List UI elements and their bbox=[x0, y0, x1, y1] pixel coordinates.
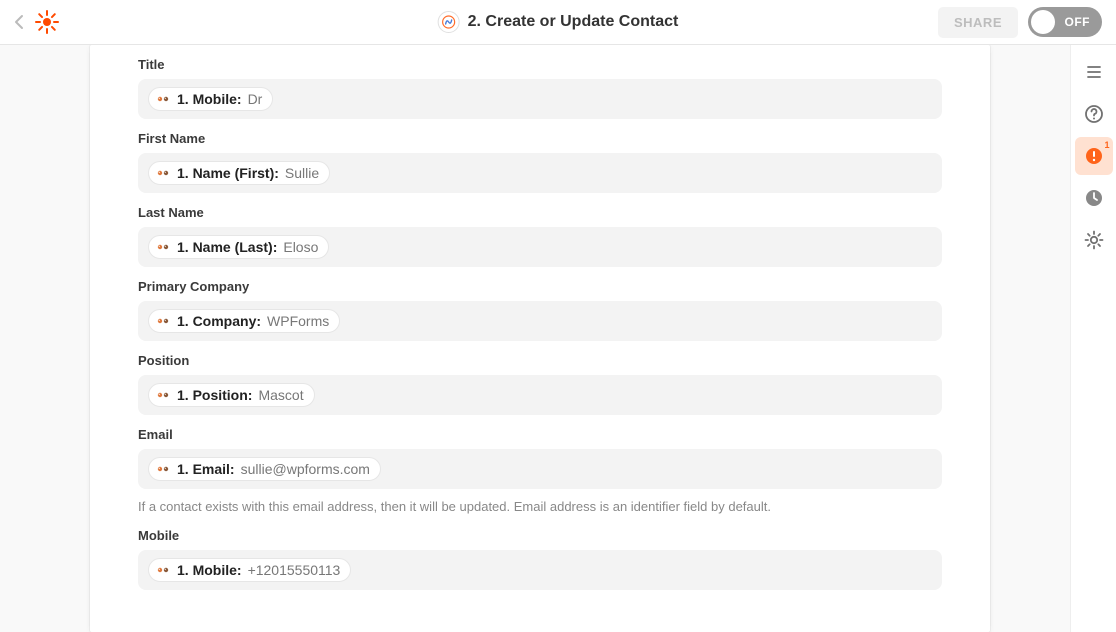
pill-key: 1. Mobile: bbox=[177, 91, 242, 107]
pill-value: Mascot bbox=[258, 387, 303, 403]
pill-value: Sullie bbox=[285, 165, 319, 181]
form-field: Last Name 1. Name (Last): Eloso bbox=[138, 205, 942, 267]
toggle-label: OFF bbox=[1065, 15, 1091, 29]
source-app-icon bbox=[155, 387, 171, 403]
share-button[interactable]: SHARE bbox=[938, 7, 1018, 38]
zapier-logo-icon bbox=[34, 9, 60, 35]
pill-key: 1. Position: bbox=[177, 387, 252, 403]
outline-button[interactable] bbox=[1075, 53, 1113, 91]
pill-value: sullie@wpforms.com bbox=[241, 461, 370, 477]
pill-value: Dr bbox=[248, 91, 263, 107]
pill-value: +12015550113 bbox=[248, 562, 341, 578]
step-panel: Title 1. Mobile: Dr First Name 1. Name (Fir… bbox=[90, 45, 990, 632]
form-field: Primary Company 1. Company: WPForms bbox=[138, 279, 942, 341]
pill-key: 1. Name (Last): bbox=[177, 239, 277, 255]
help-button[interactable] bbox=[1075, 95, 1113, 133]
pill-key: 1. Mobile: bbox=[177, 562, 242, 578]
pill-value: Eloso bbox=[283, 239, 318, 255]
field-label: Last Name bbox=[138, 205, 942, 220]
mapped-value-pill[interactable]: 1. Mobile: Dr bbox=[148, 87, 273, 111]
alert-badge: 1 bbox=[1104, 140, 1109, 150]
pill-value: WPForms bbox=[267, 313, 329, 329]
toggle-knob bbox=[1031, 10, 1055, 34]
field-label: Mobile bbox=[138, 528, 942, 543]
app-icon bbox=[438, 11, 460, 33]
field-help-text: If a contact exists with this email addr… bbox=[138, 498, 942, 516]
pill-key: 1. Company: bbox=[177, 313, 261, 329]
settings-button[interactable] bbox=[1075, 221, 1113, 259]
pill-key: 1. Name (First): bbox=[177, 165, 279, 181]
field-input[interactable]: 1. Name (First): Sullie bbox=[138, 153, 942, 193]
field-label: First Name bbox=[138, 131, 942, 146]
source-app-icon bbox=[155, 313, 171, 329]
form-field: First Name 1. Name (First): Sullie bbox=[138, 131, 942, 193]
top-bar: 2. Create or Update Contact SHARE OFF bbox=[0, 0, 1116, 45]
form-field: Email 1. Email: sullie@wpforms.com If a co… bbox=[138, 427, 942, 516]
field-input[interactable]: 1. Position: Mascot bbox=[138, 375, 942, 415]
mapped-value-pill[interactable]: 1. Email: sullie@wpforms.com bbox=[148, 457, 381, 481]
mapped-value-pill[interactable]: 1. Company: WPForms bbox=[148, 309, 340, 333]
publish-toggle[interactable]: OFF bbox=[1028, 7, 1102, 37]
pill-key: 1. Email: bbox=[177, 461, 235, 477]
source-app-icon bbox=[155, 461, 171, 477]
field-input[interactable]: 1. Name (Last): Eloso bbox=[138, 227, 942, 267]
form-field: Position 1. Position: Mascot bbox=[138, 353, 942, 415]
mapped-value-pill[interactable]: 1. Mobile: +12015550113 bbox=[148, 558, 351, 582]
field-label: Email bbox=[138, 427, 942, 442]
editor-canvas: Title 1. Mobile: Dr First Name 1. Name (Fir… bbox=[0, 45, 1070, 632]
field-input[interactable]: 1. Company: WPForms bbox=[138, 301, 942, 341]
source-app-icon bbox=[155, 165, 171, 181]
mapped-value-pill[interactable]: 1. Position: Mascot bbox=[148, 383, 315, 407]
page-title: 2. Create or Update Contact bbox=[468, 13, 679, 31]
history-button[interactable] bbox=[1075, 179, 1113, 217]
mapped-value-pill[interactable]: 1. Name (Last): Eloso bbox=[148, 235, 329, 259]
field-label: Position bbox=[138, 353, 942, 368]
field-label: Primary Company bbox=[138, 279, 942, 294]
back-button[interactable] bbox=[14, 14, 24, 30]
source-app-icon bbox=[155, 562, 171, 578]
alerts-button[interactable]: 1 bbox=[1075, 137, 1113, 175]
field-label: Title bbox=[138, 57, 942, 72]
form-field: Title 1. Mobile: Dr bbox=[138, 57, 942, 119]
mapped-value-pill[interactable]: 1. Name (First): Sullie bbox=[148, 161, 330, 185]
field-input[interactable]: 1. Email: sullie@wpforms.com bbox=[138, 449, 942, 489]
source-app-icon bbox=[155, 239, 171, 255]
field-input[interactable]: 1. Mobile: Dr bbox=[138, 79, 942, 119]
source-app-icon bbox=[155, 91, 171, 107]
form-field: Mobile 1. Mobile: +12015550113 bbox=[138, 528, 942, 590]
right-rail: 1 bbox=[1070, 45, 1116, 632]
field-input[interactable]: 1. Mobile: +12015550113 bbox=[138, 550, 942, 590]
